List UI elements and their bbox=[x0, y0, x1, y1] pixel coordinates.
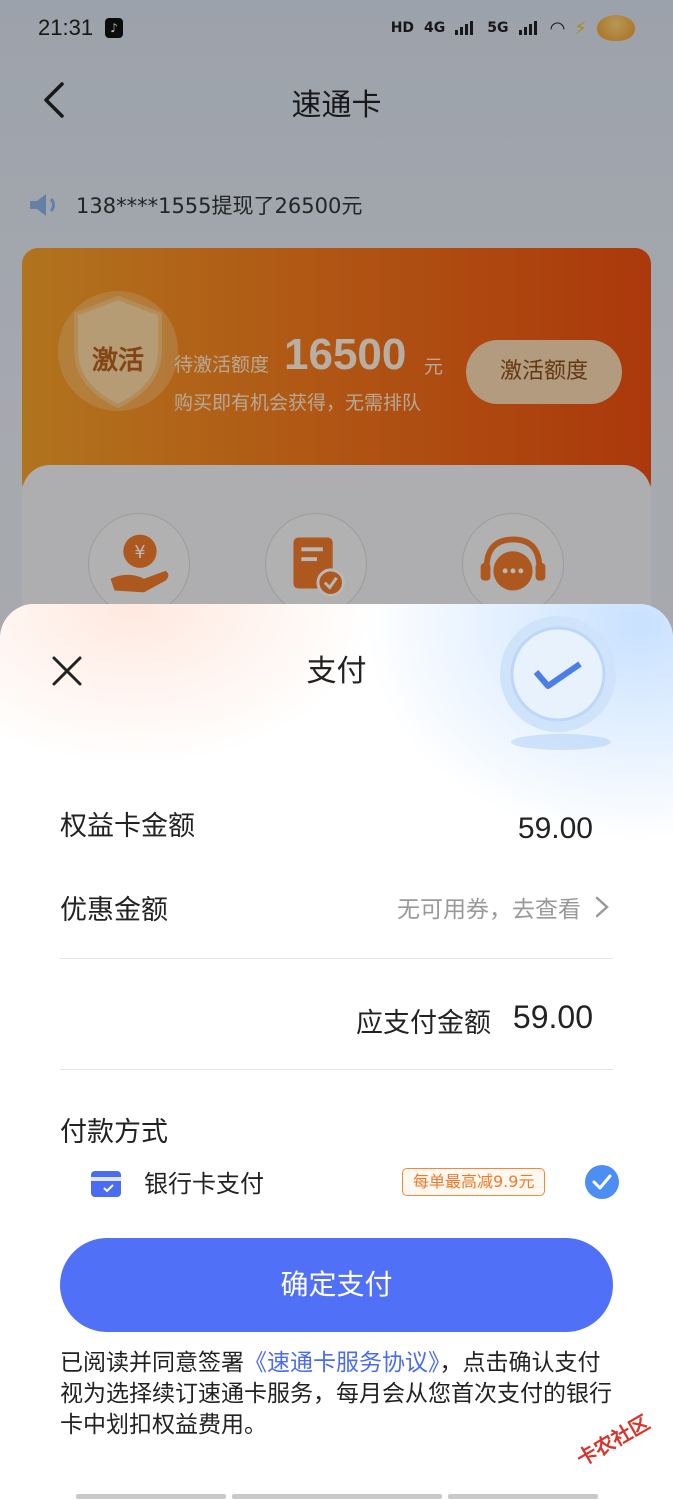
chevron-right-icon bbox=[595, 896, 609, 918]
confirm-pay-button[interactable]: 确定支付 bbox=[60, 1238, 613, 1332]
bank-card-icon bbox=[91, 1171, 121, 1197]
coupon-link-text: 无可用券，去查看 bbox=[397, 897, 581, 923]
total-label: 应支付金额 bbox=[356, 1008, 491, 1039]
discount-label: 优惠金额 bbox=[60, 895, 168, 926]
agreement-text: 已阅读并同意签署《速通卡服务协议》，点击确认支付视为选择续订速通卡服务，每月会从… bbox=[60, 1348, 620, 1441]
bank-card-label: 银行卡支付 bbox=[144, 1170, 264, 1198]
payment-sheet: 支付 权益卡金额 59.00 优惠金额 无可用券，去查看 应支付金额 59.00… bbox=[0, 604, 673, 1500]
payment-method-title: 付款方式 bbox=[60, 1117, 168, 1148]
discount-badge: 每单最高减9.9元 bbox=[402, 1168, 546, 1196]
card-amount-label: 权益卡金额 bbox=[60, 811, 195, 842]
bottom-bars bbox=[76, 1494, 598, 1499]
clock-icon bbox=[500, 616, 616, 750]
divider bbox=[60, 1069, 613, 1070]
card-amount-value: 59.00 bbox=[517, 812, 593, 845]
total-value: 59.00 bbox=[512, 999, 593, 1035]
view-coupons-link[interactable]: 无可用券，去查看 bbox=[397, 890, 609, 924]
check-circle-icon[interactable] bbox=[584, 1164, 620, 1200]
bank-card-payment-option[interactable]: 银行卡支付 每单最高减9.9元 bbox=[90, 1160, 620, 1204]
agreement-prefix: 已阅读并同意签署 bbox=[60, 1350, 244, 1376]
service-agreement-link[interactable]: 《速通卡服务协议》 bbox=[244, 1350, 440, 1376]
divider bbox=[60, 958, 613, 959]
